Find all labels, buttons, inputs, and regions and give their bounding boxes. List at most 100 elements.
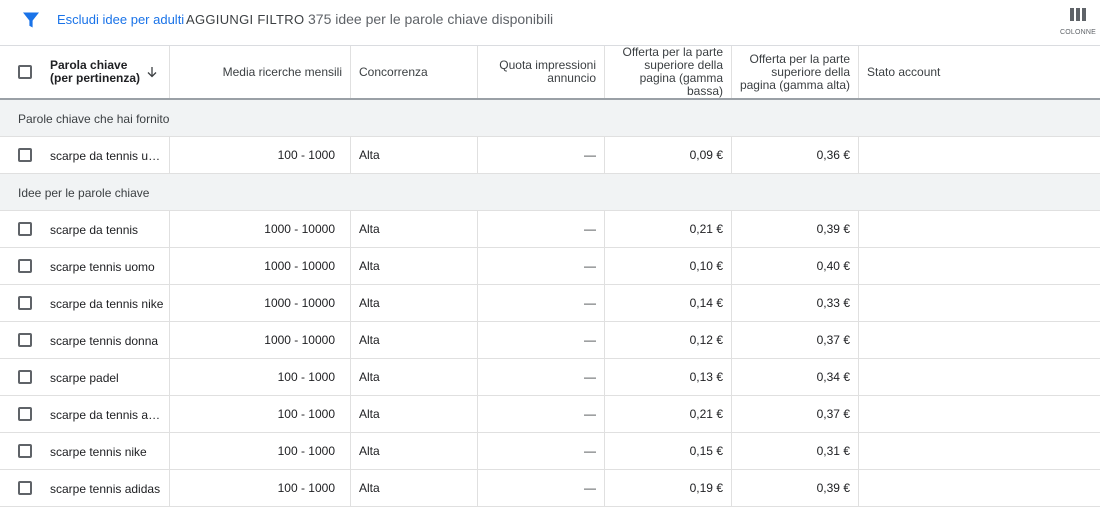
group-label: Idee per le parole chiave xyxy=(18,186,150,200)
avg-searches-cell: 1000 - 10000 xyxy=(170,322,351,358)
header-bid-low[interactable]: Offerta per la parte superiore della pag… xyxy=(605,46,732,98)
keyword-text: scarpe tennis uomo xyxy=(50,260,155,274)
bid-high-cell: 0,39 € xyxy=(732,470,859,506)
bid-low-cell: 0,09 € xyxy=(605,137,732,173)
competition-cell: Alta xyxy=(351,248,478,284)
bid-low-cell: 0,13 € xyxy=(605,359,732,395)
keyword-cell: scarpe da tennis uomo xyxy=(0,137,170,173)
competition-cell: Alta xyxy=(351,285,478,321)
avg-searches-cell: 1000 - 10000 xyxy=(170,211,351,247)
impression-share-cell: — xyxy=(478,211,605,247)
account-status-cell xyxy=(859,359,1100,395)
impression-share-cell: — xyxy=(478,137,605,173)
arrow-down-icon[interactable] xyxy=(146,66,158,78)
bid-high-cell: 0,40 € xyxy=(732,248,859,284)
row-checkbox[interactable] xyxy=(18,222,32,236)
competition-cell: Alta xyxy=(351,322,478,358)
table-row: scarpe tennis uomo 1000 - 10000 Alta — 0… xyxy=(0,248,1100,285)
bid-low-cell: 0,15 € xyxy=(605,433,732,469)
keyword-text: scarpe tennis adidas xyxy=(50,482,161,496)
bid-low-cell: 0,19 € xyxy=(605,470,732,506)
ideas-count: 375 idee per le parole chiave disponibil… xyxy=(308,11,554,27)
table-row: scarpe da tennis nike 1000 - 10000 Alta … xyxy=(0,285,1100,322)
select-all-checkbox[interactable] xyxy=(18,65,32,79)
competition-cell: Alta xyxy=(351,211,478,247)
bid-high-cell: 0,33 € xyxy=(732,285,859,321)
group-header: Idee per le parole chiave xyxy=(0,174,1100,211)
keyword-text: scarpe da tennis xyxy=(50,223,139,237)
columns-label: COLONNE xyxy=(1059,29,1097,36)
impression-share-cell: — xyxy=(478,470,605,506)
keyword-text: scarpe da tennis adidas xyxy=(50,408,164,422)
keyword-cell: scarpe da tennis nike xyxy=(0,285,170,321)
bid-low-cell: 0,10 € xyxy=(605,248,732,284)
group-label: Parole chiave che hai fornito xyxy=(18,112,170,126)
header-keyword[interactable]: Parola chiave (per pertinenza) xyxy=(0,46,170,98)
competition-cell: Alta xyxy=(351,359,478,395)
impression-share-cell: — xyxy=(478,359,605,395)
competition-cell: Alta xyxy=(351,396,478,432)
keyword-text: scarpe tennis donna xyxy=(50,334,159,348)
impression-share-cell: — xyxy=(478,396,605,432)
account-status-cell xyxy=(859,433,1100,469)
account-status-cell xyxy=(859,248,1100,284)
row-checkbox[interactable] xyxy=(18,444,32,458)
bid-high-cell: 0,34 € xyxy=(732,359,859,395)
keyword-text: scarpe padel xyxy=(50,371,119,385)
header-keyword-label: Parola chiave (per pertinenza) xyxy=(50,58,141,85)
bid-high-cell: 0,39 € xyxy=(732,211,859,247)
columns-button[interactable]: COLONNE xyxy=(1056,6,1100,40)
competition-cell: Alta xyxy=(351,433,478,469)
account-status-cell xyxy=(859,211,1100,247)
exclude-adult-ideas-link[interactable]: Escludi idee per adulti xyxy=(57,12,184,27)
account-status-cell xyxy=(859,137,1100,173)
table-header-row: Parola chiave (per pertinenza) Media ric… xyxy=(0,46,1100,100)
row-checkbox[interactable] xyxy=(18,259,32,273)
impression-share-cell: — xyxy=(478,433,605,469)
header-avg-searches[interactable]: Media ricerche mensili xyxy=(170,46,351,98)
keyword-text: scarpe da tennis nike xyxy=(50,297,164,311)
account-status-cell xyxy=(859,470,1100,506)
avg-searches-cell: 100 - 1000 xyxy=(170,433,351,469)
avg-searches-cell: 100 - 1000 xyxy=(170,396,351,432)
bid-high-cell: 0,37 € xyxy=(732,396,859,432)
row-checkbox[interactable] xyxy=(18,333,32,347)
account-status-cell xyxy=(859,285,1100,321)
row-checkbox[interactable] xyxy=(18,481,32,495)
row-checkbox[interactable] xyxy=(18,370,32,384)
account-status-cell xyxy=(859,396,1100,432)
bid-high-cell: 0,31 € xyxy=(732,433,859,469)
competition-cell: Alta xyxy=(351,137,478,173)
header-account-status[interactable]: Stato account xyxy=(859,46,1100,98)
keyword-cell: scarpe tennis nike xyxy=(0,433,170,469)
keyword-cell: scarpe da tennis adidas xyxy=(0,396,170,432)
keyword-cell: scarpe padel xyxy=(0,359,170,395)
keyword-text: scarpe da tennis uomo xyxy=(50,149,164,163)
table-row: scarpe da tennis adidas 100 - 1000 Alta … xyxy=(0,396,1100,433)
avg-searches-cell: 100 - 1000 xyxy=(170,137,351,173)
table-row: scarpe tennis donna 1000 - 10000 Alta — … xyxy=(0,322,1100,359)
group-header: Parole chiave che hai fornito xyxy=(0,100,1100,137)
row-checkbox[interactable] xyxy=(18,407,32,421)
header-bid-high[interactable]: Offerta per la parte superiore della pag… xyxy=(732,46,859,98)
header-impression-share[interactable]: Quota impressioni annuncio xyxy=(478,46,605,98)
header-competition[interactable]: Concorrenza xyxy=(351,46,478,98)
table-row: scarpe da tennis uomo 100 - 1000 Alta — … xyxy=(0,137,1100,174)
impression-share-cell: — xyxy=(478,248,605,284)
row-checkbox[interactable] xyxy=(18,148,32,162)
bid-high-cell: 0,37 € xyxy=(732,322,859,358)
impression-share-cell: — xyxy=(478,322,605,358)
keyword-cell: scarpe tennis adidas xyxy=(0,470,170,506)
avg-searches-cell: 1000 - 10000 xyxy=(170,285,351,321)
bid-low-cell: 0,21 € xyxy=(605,211,732,247)
table-row: scarpe padel 100 - 1000 Alta — 0,13 € 0,… xyxy=(0,359,1100,396)
bid-high-cell: 0,36 € xyxy=(732,137,859,173)
filter-funnel-icon[interactable] xyxy=(22,11,40,29)
avg-searches-cell: 100 - 1000 xyxy=(170,359,351,395)
keyword-cell: scarpe da tennis xyxy=(0,211,170,247)
table-row: scarpe tennis nike 100 - 1000 Alta — 0,1… xyxy=(0,433,1100,470)
bid-low-cell: 0,21 € xyxy=(605,396,732,432)
add-filter-button[interactable]: AGGIUNGI FILTRO xyxy=(186,12,304,27)
impression-share-cell: — xyxy=(478,285,605,321)
row-checkbox[interactable] xyxy=(18,296,32,310)
